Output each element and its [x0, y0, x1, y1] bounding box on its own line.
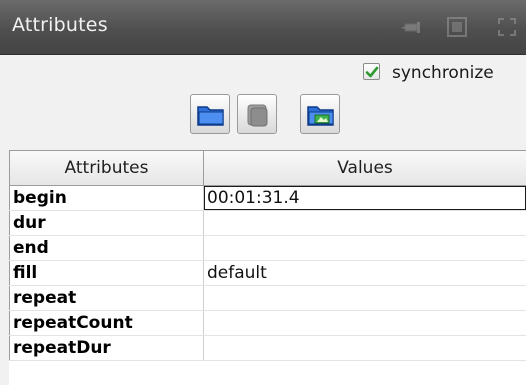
table-row[interactable]: repeatDur: [9, 336, 526, 361]
panel-title: Attributes: [12, 14, 108, 36]
attributes-table: Attributes Values begin 00:01:31.4 dur e…: [9, 150, 526, 386]
attribute-value-cell[interactable]: [204, 311, 526, 335]
attribute-value-cell[interactable]: [204, 286, 526, 310]
attribute-name-cell: fill: [9, 261, 204, 285]
attribute-name-cell: repeatDur: [9, 336, 204, 360]
attribute-value-input[interactable]: 00:01:31.4: [204, 186, 526, 210]
column-header-values[interactable]: Values: [204, 151, 526, 185]
column-header-attributes[interactable]: Attributes: [9, 151, 204, 185]
table-row[interactable]: begin 00:01:31.4: [9, 186, 526, 211]
attribute-name-cell: begin: [9, 186, 204, 210]
attribute-name-cell: dur: [9, 211, 204, 235]
folder-image-button[interactable]: [300, 94, 340, 134]
attributes-toolbar: [0, 94, 526, 138]
folder-open-icon: [197, 106, 224, 126]
open-folder-button[interactable]: [190, 94, 230, 134]
folder-image-icon: [307, 106, 334, 126]
maximize-icon[interactable]: [496, 16, 518, 38]
table-row[interactable]: repeat: [9, 286, 526, 311]
document-stack-icon: [247, 104, 268, 127]
restore-window-icon[interactable]: [446, 16, 468, 38]
table-row[interactable]: end: [9, 236, 526, 261]
stack-button[interactable]: [237, 94, 277, 134]
table-header: Attributes Values: [9, 151, 526, 186]
attribute-value-cell[interactable]: [204, 211, 526, 235]
attribute-name-cell: end: [9, 236, 204, 260]
pin-icon[interactable]: [402, 16, 424, 38]
attributes-panel: Attributes synchronize Attributes Values…: [0, 0, 526, 386]
synchronize-label: synchronize: [392, 63, 494, 83]
attribute-value-cell[interactable]: [204, 236, 526, 260]
attribute-name-cell: repeat: [9, 286, 204, 310]
checkmark-icon: [365, 66, 379, 78]
attribute-value-cell[interactable]: default: [204, 261, 526, 285]
panel-title-bar: Attributes: [0, 0, 526, 55]
table-row[interactable]: repeatCount: [9, 311, 526, 336]
table-row[interactable]: fill default: [9, 261, 526, 286]
synchronize-row: synchronize: [0, 58, 526, 90]
synchronize-checkbox[interactable]: [363, 63, 380, 80]
attribute-value-cell[interactable]: [204, 336, 526, 360]
attribute-name-cell: repeatCount: [9, 311, 204, 335]
table-row[interactable]: dur: [9, 211, 526, 236]
